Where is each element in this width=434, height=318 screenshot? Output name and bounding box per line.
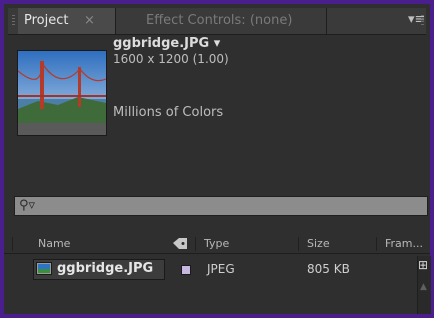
close-icon[interactable]: ×: [84, 13, 95, 28]
image-file-icon: [36, 262, 52, 275]
column-name[interactable]: Name: [38, 237, 70, 250]
column-type[interactable]: Type: [204, 237, 229, 250]
panel-grip-right-icon[interactable]: [421, 15, 424, 27]
tab-effect-controls[interactable]: Effect Controls: (none): [116, 8, 327, 34]
flowchart-icon[interactable]: ⊞: [418, 258, 428, 272]
tab-project-label: Project: [24, 13, 69, 28]
preview-filename[interactable]: ggbridge.JPG ▾: [113, 36, 229, 51]
tab-effect-controls-label: Effect Controls: (none): [146, 13, 293, 28]
column-divider: [195, 237, 196, 251]
preview-color-depth: Millions of Colors: [113, 105, 224, 120]
column-divider: [298, 237, 299, 251]
item-type: JPEG: [207, 262, 235, 276]
panel-grip-icon[interactable]: [12, 15, 15, 27]
tab-project[interactable]: Project ×: [18, 8, 116, 34]
column-header: Name Type Size Fram...: [4, 235, 430, 254]
item-name[interactable]: ggbridge.JPG: [57, 261, 153, 276]
file-info: ggbridge.JPG ▾ 1600 x 1200 (1.00): [113, 36, 229, 66]
scroll-up-arrow-icon[interactable]: ▲: [420, 282, 427, 292]
search-icon[interactable]: ⚲▿: [19, 198, 35, 213]
column-divider: [376, 237, 377, 251]
label-tag-icon[interactable]: [172, 237, 188, 253]
list-item[interactable]: ggbridge.JPG JPEG 805 KB: [33, 259, 429, 280]
preview-dimensions: 1600 x 1200 (1.00): [113, 52, 229, 66]
column-size[interactable]: Size: [307, 237, 330, 250]
column-divider: [12, 237, 13, 251]
column-frame[interactable]: Fram...: [385, 237, 423, 250]
item-size: 805 KB: [307, 262, 350, 276]
vertical-scrollbar[interactable]: ⊞ ▲: [417, 256, 431, 314]
thumbnail-preview: [17, 50, 107, 136]
tab-bar: Project × Effect Controls: (none) ▾≡: [8, 8, 426, 35]
label-color-swatch[interactable]: [181, 265, 191, 275]
search-input[interactable]: ⚲▿: [14, 196, 428, 216]
